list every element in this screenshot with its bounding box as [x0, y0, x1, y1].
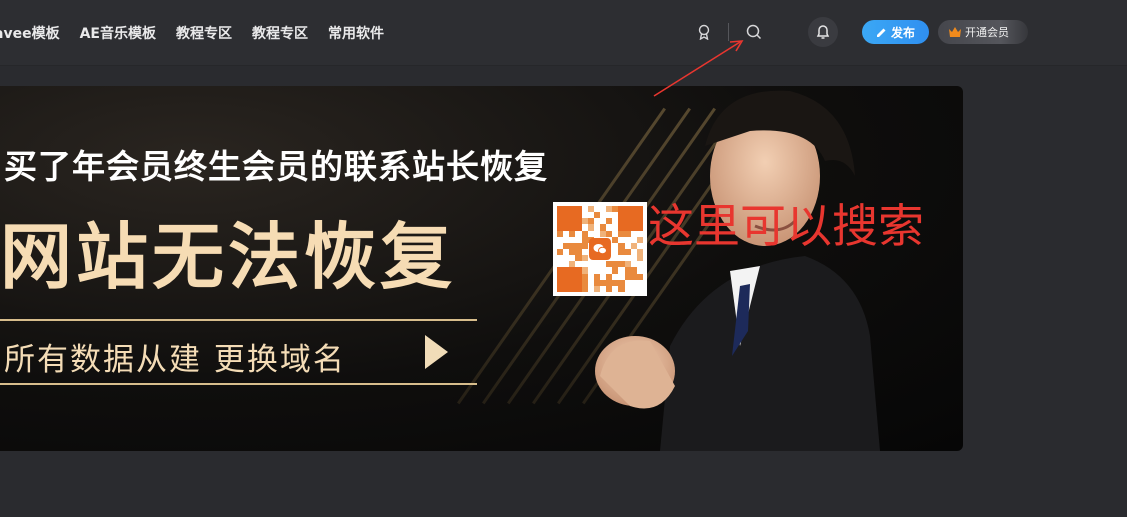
annotation-text: 这里可以搜索 — [648, 199, 924, 253]
nav-item-tutorials[interactable]: 教程专区 — [176, 23, 232, 43]
hero-banner[interactable]: 买了年会员终生会员的联系站长恢复 网站无法恢复 所有数据从建 更换域名 这里可以… — [0, 86, 963, 451]
nav-item-tutorials-2[interactable]: 教程专区 — [252, 23, 308, 43]
banner-divider-bottom — [0, 383, 477, 385]
notification-button[interactable] — [808, 17, 838, 47]
banner-divider-top — [0, 319, 477, 321]
pencil-icon — [876, 28, 886, 37]
vip-button[interactable]: 开通会员 — [938, 20, 1028, 44]
nav-item-ae-music[interactable]: AE音乐模板 — [80, 23, 156, 43]
banner-title: 网站无法恢复 — [0, 215, 457, 299]
wechat-icon — [589, 238, 611, 260]
play-arrow-icon — [425, 335, 448, 369]
nav-item-software[interactable]: 常用软件 — [328, 23, 384, 43]
banner-subtitle: 所有数据从建 更换域名 — [4, 342, 346, 378]
annotation-arrow — [653, 40, 744, 97]
banner-headline: 买了年会员终生会员的联系站长恢复 — [4, 147, 548, 186]
main-nav: avee模板 AE音乐模板 教程专区 教程专区 常用软件 — [0, 0, 404, 66]
vip-label: 开通会员 — [965, 26, 1009, 39]
top-navbar: avee模板 AE音乐模板 教程专区 教程专区 常用软件 发布 开通会员 — [0, 0, 1127, 66]
publish-label: 发布 — [890, 25, 915, 40]
wechat-qr-code — [553, 202, 647, 296]
crown-icon — [949, 27, 961, 37]
bell-icon — [816, 25, 830, 39]
nav-item-avee[interactable]: avee模板 — [0, 23, 60, 43]
publish-button[interactable]: 发布 — [862, 20, 929, 44]
